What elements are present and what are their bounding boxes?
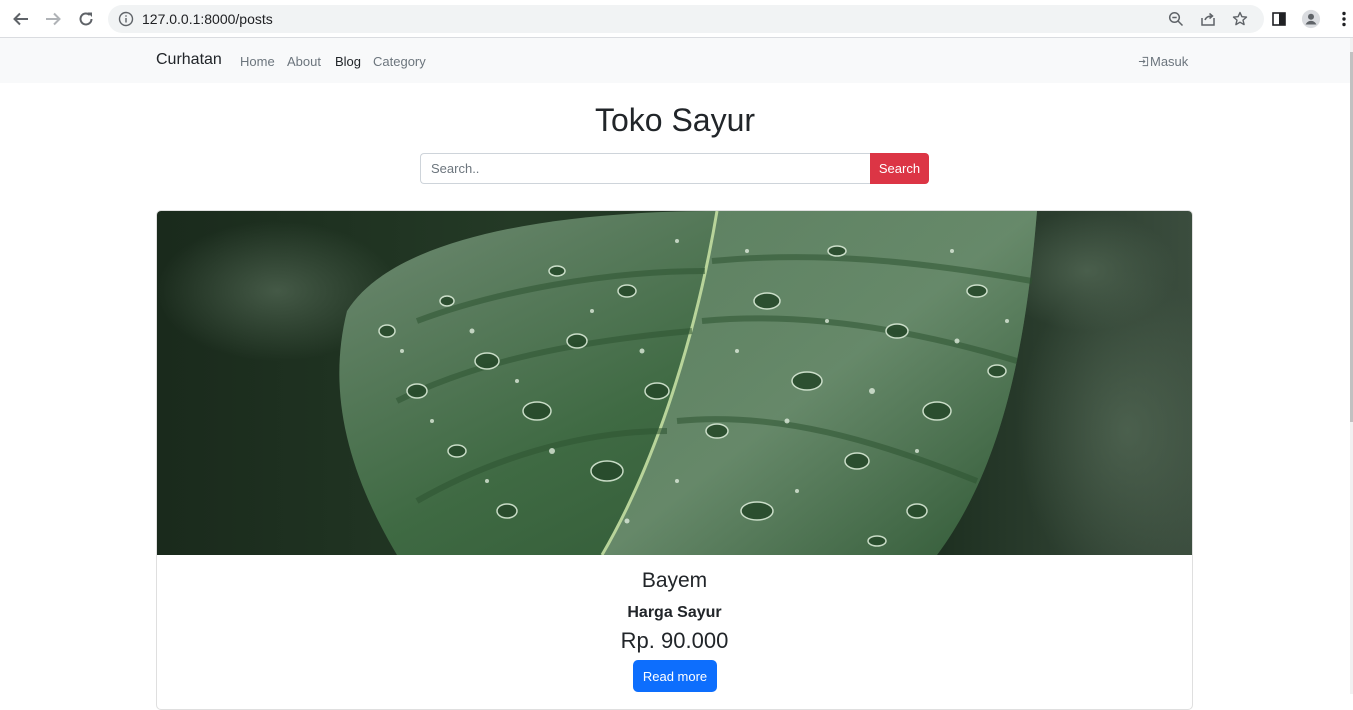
navbar-brand[interactable]: Curhatan [156, 51, 222, 69]
card-price: Rp. 90.000 [620, 628, 729, 653]
nav-link-blog[interactable]: Blog [335, 54, 361, 69]
browser-menu-icon[interactable] [1334, 9, 1353, 29]
url-text: 127.0.0.1:8000/posts [142, 11, 273, 27]
bookmark-star-icon[interactable] [1231, 11, 1249, 27]
profile-avatar-icon[interactable] [1301, 9, 1321, 29]
search-input[interactable] [420, 153, 871, 184]
reload-icon[interactable] [74, 8, 98, 30]
read-more-button[interactable]: Read more [633, 660, 717, 692]
login-icon [1138, 56, 1149, 67]
login-label: Masuk [1150, 54, 1189, 69]
page-title: Toko Sayur [594, 102, 756, 138]
forward-icon[interactable] [41, 8, 65, 30]
nav-link-about[interactable]: About [287, 54, 321, 69]
nav-link-home[interactable]: Home [240, 54, 275, 69]
login-link[interactable]: Masuk [1138, 54, 1188, 69]
nav-link-category[interactable]: Category [373, 54, 426, 69]
card-title: Bayem [641, 569, 708, 592]
site-info-icon[interactable] [118, 11, 134, 27]
browser-toolbar: 127.0.0.1:8000/posts [0, 0, 1353, 38]
card-subtitle: Harga Sayur [627, 604, 722, 621]
site-navbar: Curhatan Home About Blog Category Masuk [0, 38, 1353, 83]
side-panel-icon[interactable] [1269, 9, 1289, 29]
share-icon[interactable] [1199, 11, 1217, 27]
product-card: Bayem Harga Sayur Rp. 90.000 Read more [156, 210, 1193, 710]
zoom-icon[interactable] [1167, 11, 1185, 27]
address-bar[interactable]: 127.0.0.1:8000/posts [108, 5, 1264, 33]
card-image-leaf [157, 211, 1192, 555]
search-button[interactable]: Search [870, 153, 929, 184]
back-icon[interactable] [9, 8, 33, 30]
